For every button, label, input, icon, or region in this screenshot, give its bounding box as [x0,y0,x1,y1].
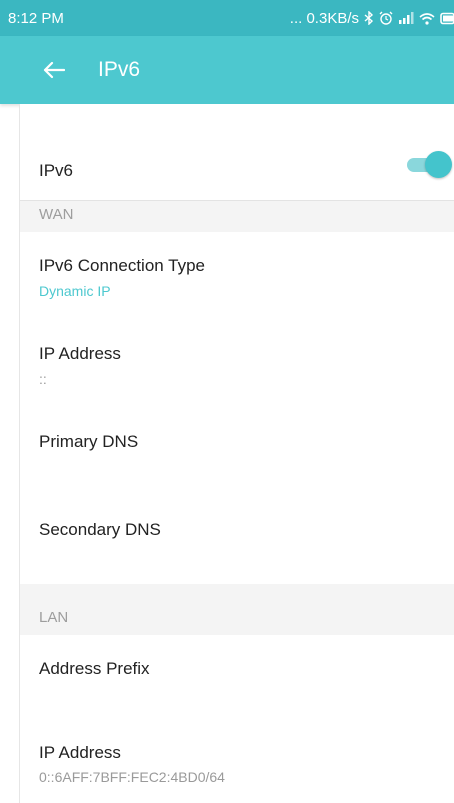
connection-type-label: IPv6 Connection Type [39,256,206,275]
app-bar: IPv6 [0,36,454,104]
wan-ip-address-row: IP Address :: [20,320,454,408]
connection-type-row[interactable]: IPv6 Connection Type Dynamic IP [20,232,454,320]
lan-ip-address-row: IP Address 0::6AFF:7BFF:FEC2:4BD0/64 [20,723,454,803]
address-prefix-row: Address Prefix [20,635,454,723]
signal-icon [398,12,414,24]
secondary-dns-label: Secondary DNS [39,520,161,539]
page-title: IPv6 [98,58,141,81]
address-prefix-label: Address Prefix [39,659,150,678]
status-time: 8:12 PM [8,9,64,27]
wifi-icon [419,12,435,25]
primary-dns-row: Primary DNS [20,408,454,496]
settings-list: IPv6 WAN IPv6 Connection Type Dynamic IP… [19,104,454,803]
secondary-dns-row: Secondary DNS [20,496,454,584]
connection-type-value: Dynamic IP [39,283,111,299]
back-button[interactable] [38,54,70,86]
ipv6-label: IPv6 [39,161,74,180]
lan-section-label: LAN [39,609,69,626]
bluetooth-icon [364,11,374,25]
toggle-knob [425,151,452,178]
status-bar: 8:12 PM ... 0.3KB/s [0,0,454,36]
wan-ip-address-value: :: [39,371,47,387]
wan-section-header: WAN [20,201,454,232]
primary-dns-label: Primary DNS [39,432,139,451]
wan-section-label: WAN [39,206,74,223]
status-icons: ... 0.3KB/s [290,10,454,27]
ipv6-toggle-row[interactable]: IPv6 [20,104,454,201]
wan-ip-address-label: IP Address [39,344,121,363]
battery-icon [440,12,454,25]
alarm-icon [379,11,393,25]
arrow-left-icon [43,61,65,79]
lan-ip-address-value: 0::6AFF:7BFF:FEC2:4BD0/64 [39,769,225,785]
network-speed: ... 0.3KB/s [289,9,359,27]
lan-ip-address-label: IP Address [39,743,121,762]
lan-section-header: LAN [20,584,454,635]
ipv6-toggle-switch[interactable] [405,151,452,179]
